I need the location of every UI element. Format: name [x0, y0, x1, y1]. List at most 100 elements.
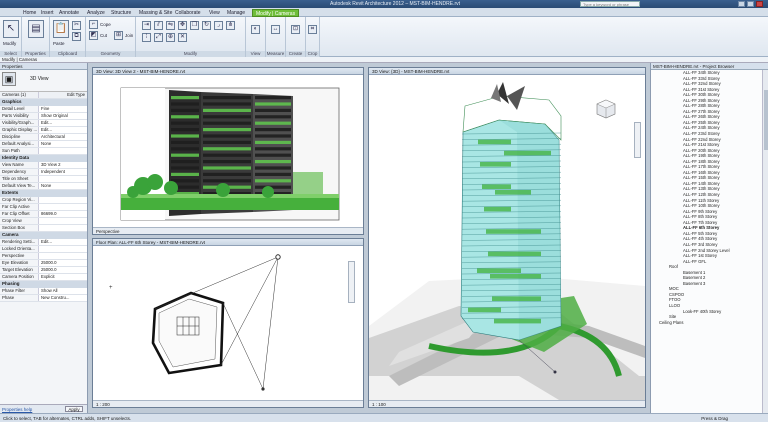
property-value[interactable]	[38, 204, 87, 210]
tab-collaborate[interactable]: Collaborate	[172, 9, 204, 17]
property-value[interactable]: Architectural	[38, 134, 87, 140]
property-section[interactable]: Phasing	[0, 281, 87, 288]
property-value[interactable]: Fine	[38, 106, 87, 112]
apply-button[interactable]: Apply	[65, 406, 83, 412]
navigation-bar[interactable]	[634, 122, 641, 158]
group-modify: ⇥ ⫽ ⇋ ✥ ❐ ↻ ⌟ ⋔ ⁞ ⤢ ⊕ ✕ Modify	[136, 17, 246, 57]
property-name: View Name	[2, 162, 24, 167]
property-value[interactable]: None	[38, 141, 87, 147]
close-button[interactable]	[756, 1, 763, 7]
property-value[interactable]: New Constru...	[38, 295, 87, 301]
property-value[interactable]: 25000.0	[38, 267, 87, 273]
property-row: Graphic Display ... Edit...	[0, 127, 87, 134]
property-value[interactable]	[38, 197, 87, 203]
pin-icon[interactable]: ⊕	[166, 33, 175, 42]
maximize-button[interactable]	[747, 1, 754, 7]
type-selector[interactable]: ▣ 3D View	[0, 70, 87, 92]
view-control-bar[interactable]: Perspective	[93, 227, 363, 234]
copy-icon[interactable]: ⧉	[72, 32, 81, 41]
property-value[interactable]: None	[38, 183, 87, 189]
property-value[interactable]	[38, 225, 87, 231]
property-section[interactable]: Camera	[0, 232, 87, 239]
property-row: Far Clip Active	[0, 204, 87, 211]
tab-home[interactable]: Home	[20, 9, 39, 17]
viewcube[interactable]	[595, 98, 617, 120]
property-value[interactable]: Edit...	[38, 239, 87, 245]
rotate-icon[interactable]: ↻	[202, 21, 211, 30]
tab-structure[interactable]: Structure	[108, 9, 134, 17]
tab-massing-site[interactable]: Massing & Site	[136, 9, 175, 17]
property-row: Target Elevation 25000.0	[0, 267, 87, 274]
scroll-thumb[interactable]	[764, 90, 768, 150]
property-value[interactable]: 25000.0	[38, 260, 87, 266]
scale-icon[interactable]: ⤢	[154, 33, 163, 42]
property-value[interactable]	[38, 246, 87, 252]
delete-icon[interactable]: ✕	[178, 33, 187, 42]
hide-icon[interactable]: ◐	[251, 25, 260, 34]
copy-element-icon[interactable]: ❐	[190, 21, 199, 30]
properties-header: Properties	[0, 63, 87, 70]
properties-help-link[interactable]: Properties help	[2, 407, 32, 412]
view-3d-default[interactable]: 3D View: {3D} - MST-BIM-HENDRE.rvt 1 : 1…	[368, 67, 646, 408]
split-icon[interactable]: ⋔	[226, 21, 235, 30]
navigation-bar[interactable]	[348, 261, 355, 303]
tab-analyze[interactable]: Analyze	[84, 9, 108, 17]
mirror-icon[interactable]: ⇋	[166, 21, 175, 30]
property-value[interactable]	[38, 218, 87, 224]
property-value[interactable]	[38, 148, 87, 154]
tab-annotate[interactable]: Annotate	[56, 9, 82, 17]
browser-scrollbar[interactable]	[762, 70, 768, 413]
floor-plan-drawing: +	[109, 254, 281, 391]
cut-icon[interactable]: ✂	[72, 21, 81, 30]
property-name: Parts Visibility	[2, 113, 29, 118]
join-icon[interactable]: ⊞	[114, 31, 123, 40]
tab-modify-cameras[interactable]: Modify | Cameras	[252, 9, 300, 17]
paste-icon[interactable]: 📋	[53, 20, 69, 38]
type-filter[interactable]: Cameras (1)	[0, 92, 38, 98]
property-value[interactable]: Edit...	[38, 120, 87, 126]
move-icon[interactable]: ✥	[178, 21, 187, 30]
property-value[interactable]: Show Original	[38, 113, 87, 119]
property-name: Detail Level	[2, 106, 25, 111]
view-3d-perspective[interactable]: 3D View: 3D View 2 - MST-BIM-HENDRE.rvt …	[92, 67, 364, 235]
view-floor-plan[interactable]: Floor Plan: ALL-FF 6th Storey - MST-BIM-…	[92, 238, 364, 408]
property-row: Phase New Constru...	[0, 295, 87, 302]
property-section[interactable]: Extents	[0, 190, 87, 197]
property-name: Discipline	[2, 134, 21, 139]
property-value[interactable]: Independent	[38, 169, 87, 175]
tab-manage[interactable]: Manage	[224, 9, 248, 17]
modify-arrow-icon[interactable]: ↖	[3, 20, 19, 38]
search-input[interactable]: Type a keyword or phrase	[580, 1, 640, 7]
property-value[interactable]: Explicit	[38, 274, 87, 280]
cope-icon[interactable]: ⌐	[89, 20, 98, 29]
property-section[interactable]: Graphics	[0, 99, 87, 106]
tab-view[interactable]: View	[206, 9, 223, 17]
properties-footer: Properties help Apply	[0, 404, 87, 413]
property-section[interactable]: Identity Data	[0, 155, 87, 162]
edit-type-button[interactable]: Edit Type	[38, 92, 87, 98]
measure-icon[interactable]: ↔	[271, 25, 280, 34]
property-row: Default Analysi... None	[0, 141, 87, 148]
group-measure: ↔ Measure	[266, 17, 286, 57]
property-value[interactable]: Edit...	[38, 127, 87, 133]
offset-icon[interactable]: ⫽	[154, 21, 163, 30]
property-row: Phase Filter Show All	[0, 288, 87, 295]
create-group-icon[interactable]: ⊡	[291, 25, 300, 34]
property-value[interactable]	[38, 253, 87, 259]
property-value[interactable]: Show All	[38, 288, 87, 294]
array-icon[interactable]: ⁞	[142, 33, 151, 42]
properties-icon[interactable]: ▤	[28, 20, 44, 38]
property-value[interactable]: 86699.0	[38, 211, 87, 217]
cut-geometry-icon[interactable]: ◩	[89, 31, 98, 40]
trim-icon[interactable]: ⌟	[214, 21, 223, 30]
tab-insert[interactable]: Insert	[38, 9, 57, 17]
browser-item[interactable]: Ceiling Plans	[651, 320, 768, 326]
press-drag-toggle[interactable]: Press & Drag	[701, 416, 728, 421]
view-control-bar[interactable]: 1 : 100	[369, 400, 645, 407]
property-value[interactable]	[38, 176, 87, 182]
property-value[interactable]: 3D View 2	[38, 162, 87, 168]
view-control-bar[interactable]: 1 : 200	[93, 400, 363, 407]
align-icon[interactable]: ⇥	[142, 21, 151, 30]
crop-icon[interactable]: ⌗	[308, 25, 317, 34]
minimize-button[interactable]	[738, 1, 745, 7]
